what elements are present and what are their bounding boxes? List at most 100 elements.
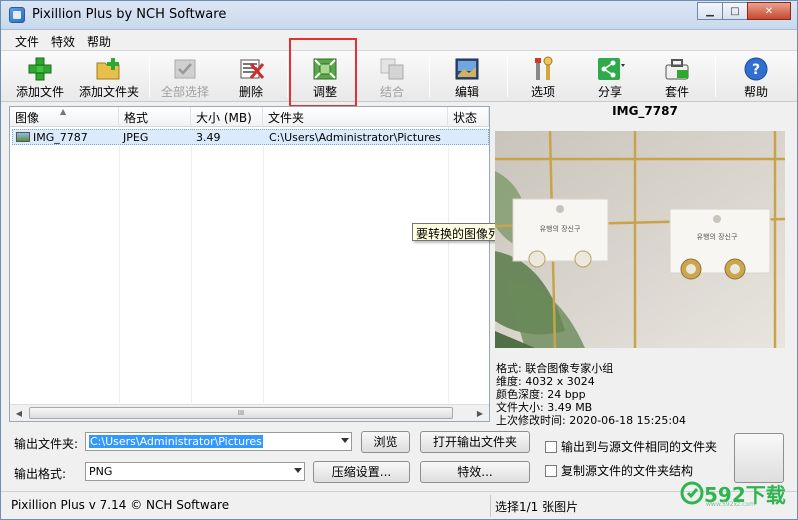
edit-button[interactable]: 编辑: [438, 53, 496, 101]
column-status[interactable]: 状态: [448, 107, 489, 127]
tools-icon: [535, 56, 553, 80]
watermark-url: www.592xz.com: [706, 501, 755, 508]
edit-label: 编辑: [454, 85, 479, 99]
sort-up-icon: ▲: [60, 107, 67, 116]
help-button[interactable]: ? 帮助: [725, 53, 787, 101]
combine-icon: [380, 58, 404, 80]
output-format-value: PNG: [89, 465, 113, 478]
select-all-label: 全部选择: [160, 85, 209, 99]
help-label: 帮助: [743, 85, 768, 99]
toolbar-separator: [715, 57, 716, 97]
list-header: 图像 ▲ 格式 大小 (MB) 文件夹 状态: [10, 107, 489, 127]
same-folder-label: 输出到与源文件相同的文件夹: [561, 440, 718, 454]
select-all-icon: [174, 59, 196, 79]
svg-text:?: ?: [752, 62, 760, 78]
earrings-photo: 유행의 장신구 유행의 장신구: [495, 131, 785, 348]
delete-label: 删除: [238, 85, 263, 99]
table-row[interactable]: IMG_7787 JPEG 3.49 C:\Users\Administrato…: [12, 129, 489, 145]
share-icon: [598, 58, 625, 80]
toolbar-separator: [287, 57, 288, 97]
info-modified: 上次修改时间: 2020-06-18 15:25:04: [496, 414, 687, 427]
help-icon: ?: [744, 57, 768, 81]
select-all-button[interactable]: 全部选择: [156, 53, 214, 101]
edit-image-icon: [455, 58, 479, 80]
same-folder-option[interactable]: 输出到与源文件相同的文件夹: [545, 438, 717, 455]
maximize-button[interactable]: □: [722, 2, 748, 20]
compression-settings-button[interactable]: 压缩设置...: [313, 461, 410, 483]
horizontal-scrollbar[interactable]: ◀ III ▶: [10, 404, 489, 421]
toolbar-separator: [507, 57, 508, 97]
menu-file[interactable]: 文件: [9, 31, 45, 50]
folder-plus-icon: [96, 58, 120, 80]
add-file-label: 添加文件: [15, 85, 64, 99]
convert-button[interactable]: [734, 433, 784, 483]
column-gridline: [119, 127, 120, 403]
column-folder[interactable]: 文件夹: [263, 107, 448, 127]
output-folder-combo[interactable]: C:\Users\Administrator\Pictures: [85, 432, 352, 451]
copy-structure-checkbox[interactable]: [545, 465, 557, 477]
title-bar: Pixillion Plus by NCH Software ▁ □ ✕: [1, 1, 797, 30]
delete-icon: [240, 59, 265, 79]
preview-image: 유행의 장신구 유행의 장신구: [495, 131, 785, 348]
column-format[interactable]: 格式: [119, 107, 191, 127]
output-folder-value: C:\Users\Administrator\Pictures: [89, 435, 263, 448]
column-gridline: [448, 127, 449, 403]
browse-button[interactable]: 浏览: [361, 431, 410, 453]
suite-label: 套件: [664, 85, 689, 99]
site-watermark: 592下载 www.592xz.com: [678, 477, 798, 508]
output-folder-label: 输出文件夹:: [14, 437, 79, 451]
card-text-right: 유행의 장신구: [697, 232, 738, 241]
preview-title: IMG_7787: [612, 104, 678, 118]
add-folder-button[interactable]: 添加文件夹: [75, 53, 143, 101]
chevron-down-icon[interactable]: [294, 468, 302, 473]
column-image[interactable]: 图像 ▲: [10, 107, 119, 127]
combine-button[interactable]: 结合: [363, 53, 421, 101]
open-output-folder-button[interactable]: 打开输出文件夹: [420, 431, 530, 453]
suite-button[interactable]: 套件: [648, 53, 706, 101]
image-list[interactable]: 图像 ▲ 格式 大小 (MB) 文件夹 状态 IMG_7787 JPEG 3.4…: [9, 106, 490, 422]
adjust-highlight-box: [289, 38, 357, 107]
image-thumbnail-icon: [16, 132, 30, 142]
app-icon: [9, 7, 25, 23]
copy-structure-label: 复制源文件的文件夹结构: [561, 464, 694, 478]
column-image-label: 图像: [15, 111, 40, 125]
options-button[interactable]: 选项: [514, 53, 572, 101]
status-version: Pixillion Plus v 7.14 © NCH Software: [11, 498, 230, 512]
row-folder: C:\Users\Administrator\Pictures: [269, 131, 441, 144]
delete-button[interactable]: 删除: [223, 53, 279, 101]
plus-icon: [28, 57, 52, 81]
row-format: JPEG: [123, 131, 149, 144]
copy-structure-option[interactable]: 复制源文件的文件夹结构: [545, 462, 693, 479]
menu-help[interactable]: 帮助: [81, 31, 117, 50]
minimize-button[interactable]: ▁: [697, 2, 723, 20]
scroll-thumb[interactable]: III: [29, 407, 453, 419]
column-gridline: [191, 127, 192, 403]
chevron-down-icon[interactable]: [341, 438, 349, 443]
menu-effects[interactable]: 特效: [45, 31, 81, 50]
row-size: 3.49: [196, 131, 221, 144]
same-folder-checkbox[interactable]: [545, 441, 557, 453]
add-folder-label: 添加文件夹: [78, 85, 139, 99]
share-button[interactable]: 分享: [579, 53, 641, 101]
toolbar-separator: [429, 57, 430, 97]
window-title: Pixillion Plus by NCH Software: [32, 7, 227, 22]
output-format-select[interactable]: PNG: [85, 462, 305, 481]
column-gridline: [263, 127, 264, 403]
close-button[interactable]: ✕: [747, 2, 791, 20]
card-text-left: 유행의 장신구: [540, 224, 581, 233]
combine-label: 结合: [379, 85, 404, 99]
share-label: 分享: [597, 85, 622, 99]
add-file-button[interactable]: 添加文件: [11, 53, 69, 101]
options-label: 选项: [530, 85, 555, 99]
scroll-left-icon[interactable]: ◀: [11, 406, 27, 421]
status-divider: [490, 495, 491, 517]
scroll-right-icon[interactable]: ▶: [472, 406, 488, 421]
effects-button[interactable]: 特效...: [420, 461, 530, 483]
app-window: Pixillion Plus by NCH Software ▁ □ ✕ 文件 …: [0, 0, 798, 520]
column-size[interactable]: 大小 (MB): [191, 107, 263, 127]
toolbar-separator: [149, 57, 150, 97]
watermark-logo-icon: [680, 481, 704, 505]
status-selection: 选择1/1 张图片: [495, 500, 579, 514]
output-format-label: 输出格式:: [14, 467, 67, 481]
menu-bar: 文件 特效 帮助: [1, 31, 797, 50]
